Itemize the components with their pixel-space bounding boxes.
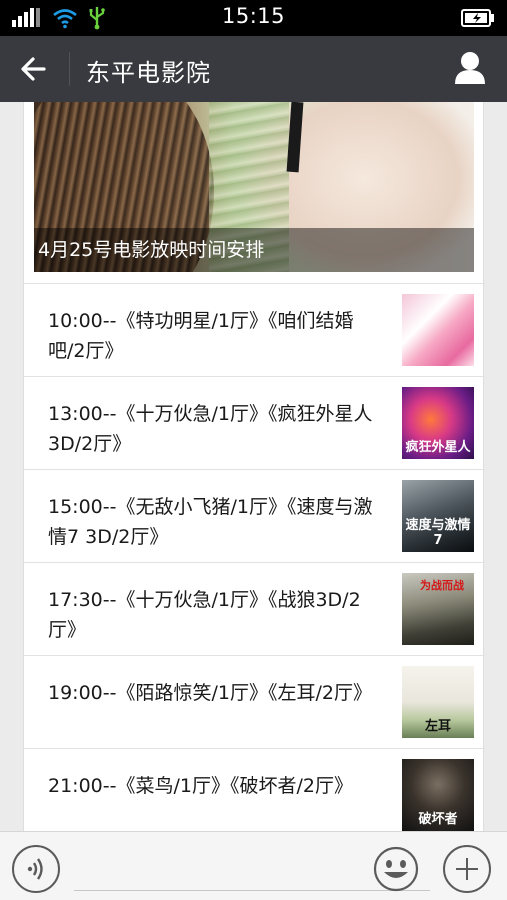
poster-label: 疯狂外星人 [405,440,471,455]
list-item[interactable]: 10:00--《特功明星/1厅》《咱们结婚吧/2厅》 [24,283,483,376]
app-header: 东平电影院 [0,36,507,102]
list-item[interactable]: 21:00--《菜鸟/1厅》《破坏者/2厅》 破坏者 [24,748,483,831]
list-item[interactable]: 13:00--《十万伙急/1厅》《疯狂外星人3D/2厅》 疯狂外星人 [24,376,483,469]
movie-poster-thumbnail: 破坏者 [402,759,474,831]
status-time: 15:15 [221,4,286,28]
banner-image[interactable]: 4月25号电影放映时间安排 [34,102,474,272]
status-bar: 15:15 [0,0,507,36]
voice-button[interactable] [12,845,60,893]
header-divider [69,52,70,86]
poster-label: 破坏者 [418,812,458,827]
poster-label: 为战而战 [420,579,464,592]
input-bar [0,831,507,900]
voice-icon [27,858,43,880]
showtime-text: 10:00--《特功明星/1厅》《咱们结婚吧/2厅》 [48,310,354,362]
banner-caption: 4月25号电影放映时间安排 [34,228,474,272]
banner-title-stroke [286,102,304,173]
movie-poster-thumbnail [402,294,474,366]
showtime-text: 15:00--《无敌小飞猪/1厅》《速度与激情7 3D/2厅》 [48,496,373,548]
movie-poster-thumbnail: 为战而战 [402,573,474,645]
back-arrow-icon[interactable] [14,52,54,86]
list-item[interactable]: 15:00--《无敌小飞猪/1厅》《速度与激情7 3D/2厅》 速度与激情7 [24,469,483,562]
showtime-text: 19:00--《陌路惊笑/1厅》《左耳/2厅》 [48,682,372,704]
movie-poster-thumbnail: 左耳 [402,666,474,738]
poster-label: 左耳 [424,719,451,734]
list-item[interactable]: 17:30--《十万伙急/1厅》《战狼3D/2厅》 为战而战 [24,562,483,655]
movie-poster-thumbnail: 疯狂外星人 [402,387,474,459]
showtime-text: 13:00--《十万伙急/1厅》《疯狂外星人3D/2厅》 [48,403,373,455]
showtime-text: 21:00--《菜鸟/1厅》《破坏者/2厅》 [48,775,353,797]
poster-label: 速度与激情7 [405,518,471,548]
emoji-icon[interactable] [372,845,420,893]
movie-poster-thumbnail: 速度与激情7 [402,480,474,552]
profile-icon[interactable] [453,50,487,86]
battery-icon [461,9,494,27]
showtime-text: 17:30--《十万伙急/1厅》《战狼3D/2厅》 [48,589,361,641]
page-title: 东平电影院 [86,59,211,87]
list-item[interactable]: 19:00--《陌路惊笑/1厅》《左耳/2厅》 左耳 [24,655,483,748]
plus-icon[interactable] [443,845,491,893]
article-content: 4月25号电影放映时间安排 10:00--《特功明星/1厅》《咱们结婚吧/2厅》… [23,102,484,831]
